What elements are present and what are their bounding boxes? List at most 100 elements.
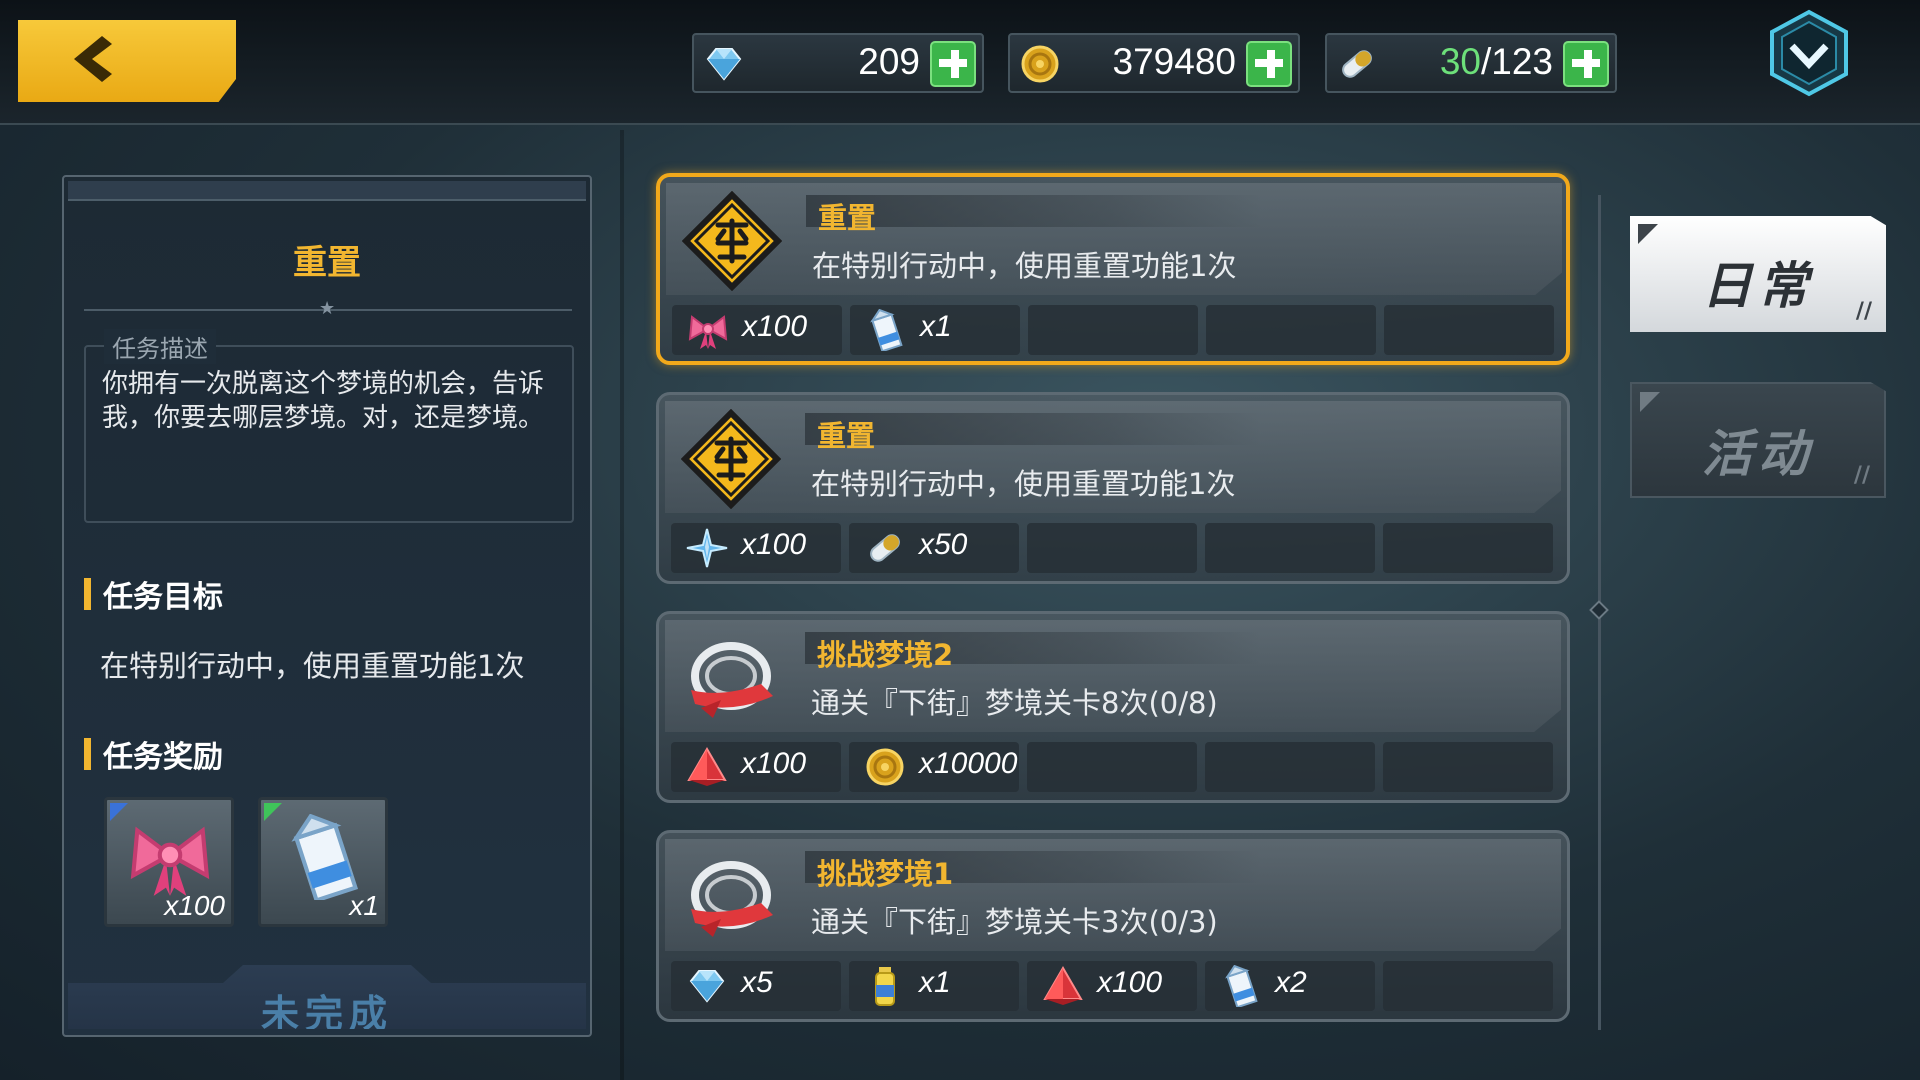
reset-emblem-icon [682,191,782,291]
reward-qty: x2 [1275,966,1307,999]
dream-ring-icon [681,847,781,947]
title-band [805,413,1565,445]
coin-icon [1018,43,1062,85]
ribbon-icon [125,814,215,900]
gem-counter: 209 [692,33,984,93]
scroll-knob[interactable] [1589,600,1609,620]
reward-qty: x10000 [919,747,1018,780]
reward-slot: x100 [672,305,842,355]
reward-item-milk[interactable]: x1 [258,797,388,927]
mission-card[interactable]: 重置 在特别行动中，使用重置功能1次 x100 x1 [656,173,1570,365]
reward-slot: x10000 [849,742,1019,792]
empty-reward-slot [1027,523,1197,573]
mission-title: 重置 [817,419,876,453]
mission-title: 挑战梦境1 [817,857,954,891]
reward-item-ribbon[interactable]: x100 [104,797,234,927]
mission-card[interactable]: 挑战梦境2 通关『下街』梦境关卡8次(0/8) x100 x10000 [656,611,1570,803]
reward-qty: x100 [1097,966,1163,999]
reward-qty: x1 [349,890,379,921]
reward-qty: x100 [742,310,808,343]
empty-reward-slot [1383,742,1553,792]
back-button[interactable] [18,20,236,102]
tab-label: 活动 [1702,425,1814,483]
reward-qty: x50 [919,528,968,561]
mission-desc: 在特别行动中，使用重置功能1次 [811,467,1236,501]
empty-reward-slot [1383,961,1553,1011]
tab-daily[interactable]: 日常 // [1630,216,1886,332]
reward-qty: x5 [741,966,773,999]
reset-emblem-icon [681,409,781,509]
title-band [806,195,1566,227]
gem-icon [702,43,746,85]
reward-slot: x2 [1205,961,1375,1011]
gem-icon [685,965,729,1007]
reward-slot: x100 [671,523,841,573]
reward-qty: x100 [741,528,807,561]
tab-slashes: // [1853,463,1870,488]
description-box: 任务描述 你拥有一次脱离这个梦境的机会，告诉我，你要去哪层梦境。对，还是梦境。 [84,329,574,523]
arrow-left-icon [74,36,112,82]
mission-rewards: x100 x1 [672,305,1562,357]
reward-slot: x50 [849,523,1019,573]
mission-card[interactable]: 挑战梦境1 通关『下街』梦境关卡3次(0/3) x5 x1 x100 x2 [656,830,1570,1022]
star-icon: ★ [319,298,336,319]
add-coins-button[interactable] [1246,41,1292,87]
empty-reward-slot [1383,523,1553,573]
stamina-count: 30/123 [1439,41,1553,82]
empty-reward-slot [1205,523,1375,573]
gem-count: 209 [858,41,920,82]
tab-label: 日常 [1702,257,1814,315]
dream-ring-icon [681,628,781,728]
empty-reward-slot [1206,305,1376,355]
mission-title: 重置 [818,201,877,235]
coin-icon [863,746,907,788]
coin-counter: 379480 [1008,33,1300,93]
status-button[interactable]: 未完成 [68,965,586,1029]
panel-header-band [68,181,586,201]
detail-title: 重置 [293,243,361,283]
reward-slot: x1 [850,305,1020,355]
mission-rewards: x100 x50 [671,523,1561,575]
empty-reward-slot [1028,305,1198,355]
mission-rewards: x100 x10000 [671,742,1561,794]
goal-text: 在特别行动中，使用重置功能1次 [100,649,525,683]
divider [620,130,624,1080]
empty-reward-slot [1205,742,1375,792]
goal-heading: 任务目标 [84,572,223,616]
stamina-pill-icon [863,527,907,569]
milk-carton-icon [1219,965,1263,1007]
empty-reward-slot [1384,305,1554,355]
red-crystal-icon [1041,965,1085,1007]
reward-slot: x5 [671,961,841,1011]
coin-count: 379480 [1112,41,1236,82]
chevron-down-menu-icon[interactable] [1766,8,1852,98]
tab-slashes: // [1855,299,1872,324]
description-text: 你拥有一次脱离这个梦境的机会，告诉我，你要去哪层梦境。对，还是梦境。 [102,369,545,433]
tab-corner [1638,224,1658,244]
reward-qty: x1 [919,966,951,999]
crystal-shard-icon [685,527,729,569]
description-label: 任务描述 [104,329,216,364]
red-crystal-icon [685,746,729,788]
stamina-counter: 30/123 [1325,33,1617,93]
empty-reward-slot [1027,742,1197,792]
status-text: 未完成 [260,992,393,1036]
mission-detail-panel: 重置 ★ 任务描述 你拥有一次脱离这个梦境的机会，告诉我，你要去哪层梦境。对，还… [62,175,592,1037]
tab-event[interactable]: 活动 // [1630,382,1886,498]
reward-qty: x100 [741,747,807,780]
reward-slot: x1 [849,961,1019,1011]
ribbon-icon [686,309,730,351]
add-gems-button[interactable] [930,41,976,87]
stamina-pill-icon [1335,43,1379,85]
mission-desc: 通关『下街』梦境关卡3次(0/3) [811,905,1218,939]
reward-slot: x100 [671,742,841,792]
mission-rewards: x5 x1 x100 x2 [671,961,1561,1013]
mission-desc: 通关『下街』梦境关卡8次(0/8) [811,686,1218,720]
mission-title: 挑战梦境2 [817,638,954,672]
mission-card[interactable]: 重置 在特别行动中，使用重置功能1次 x100 x50 [656,392,1570,584]
reward-slot: x100 [1027,961,1197,1011]
add-stamina-button[interactable] [1563,41,1609,87]
top-bar: 209 379480 30/123 [0,0,1920,125]
exp-bottle-icon [863,965,907,1007]
mission-desc: 在特别行动中，使用重置功能1次 [812,249,1237,283]
